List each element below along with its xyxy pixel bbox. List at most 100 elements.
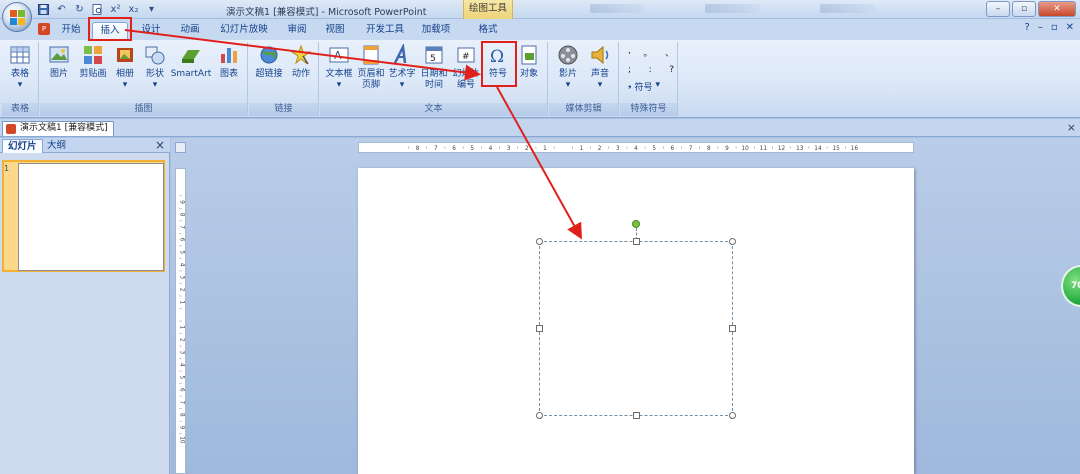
help-icon[interactable]: ?: [1025, 22, 1030, 33]
header-footer-button[interactable]: 页眉和 页脚: [356, 44, 386, 91]
resize-handle-n[interactable]: [633, 238, 640, 245]
ruler-tick-label: 5: [652, 146, 656, 152]
special-symbol-button[interactable]: ❟ 符号 ▾: [628, 80, 674, 93]
subscript-icon[interactable]: x₂: [126, 2, 141, 16]
sound-button[interactable]: 声音 ▾: [585, 44, 615, 91]
annotation-box-symbol-button: [481, 41, 517, 87]
symbol-grid: , 。 、 ; : ? ❟ 符号 ▾: [628, 46, 674, 93]
picture-button[interactable]: 图片: [44, 44, 74, 80]
tab-animation[interactable]: 动画: [177, 22, 203, 40]
ribbon-restore-icon[interactable]: ▫: [1051, 22, 1058, 33]
vertical-ruler[interactable]: 9 8 7 6 5 4 3 2 1 1 2 3 4 5 6 7 8 9 10: [175, 168, 186, 474]
ruler-tick-label: 4: [179, 363, 185, 367]
resize-handle-nw[interactable]: [536, 238, 543, 245]
album-button[interactable]: 相册 ▾: [110, 44, 140, 91]
ruler-tick-label: 2: [525, 146, 529, 152]
slide-number-button-label: 幻灯片: [452, 69, 480, 79]
clipart-icon: [84, 46, 102, 64]
ruler-tick-label: 8: [416, 146, 420, 152]
smartart-button[interactable]: SmartArt: [170, 44, 212, 80]
shapes-button[interactable]: 形状 ▾: [140, 44, 170, 91]
tab-home[interactable]: 开始: [56, 22, 86, 40]
tab-format[interactable]: 格式: [475, 22, 501, 40]
symbol-dun[interactable]: 、: [665, 46, 674, 59]
pane-close-icon[interactable]: ×: [155, 138, 165, 152]
close-button[interactable]: ✕: [1038, 1, 1076, 17]
ruler-corner[interactable]: [175, 142, 186, 153]
date-time-button-sub: 时间: [424, 80, 443, 90]
symbol-question[interactable]: ?: [669, 65, 674, 75]
movie-button-arrow: ▾: [565, 80, 571, 90]
office-button[interactable]: [2, 2, 32, 32]
redo-icon[interactable]: ↻: [72, 2, 87, 16]
object-icon: [521, 45, 537, 65]
office-logo-icon: [10, 10, 25, 25]
ribbon-close-icon[interactable]: ✕: [1066, 22, 1074, 33]
tab-slides[interactable]: 幻灯片: [2, 139, 43, 153]
tab-outline[interactable]: 大纲: [42, 139, 71, 153]
tab-developer[interactable]: 开发工具: [362, 22, 408, 40]
ruler-tick-label: 6: [179, 388, 185, 392]
clipart-button[interactable]: 剪贴画: [76, 44, 110, 80]
tab-design[interactable]: 设计: [138, 22, 164, 40]
slide-number-button[interactable]: # 幻灯片 编号: [450, 44, 482, 91]
wordart-icon: [393, 44, 407, 64]
textbox-button-label: 文本框: [325, 69, 353, 79]
resize-handle-ne[interactable]: [729, 238, 736, 245]
ruler-tick-label: 16: [851, 146, 859, 152]
resize-handle-e[interactable]: [729, 325, 736, 332]
superscript-icon[interactable]: x²: [108, 2, 123, 16]
symbol-semicolon[interactable]: ;: [628, 65, 631, 75]
resize-handle-se[interactable]: [729, 412, 736, 419]
date-time-button[interactable]: 5 日期和 时间: [419, 44, 449, 91]
ruler-tick-label: 5: [179, 376, 185, 380]
symbol-colon[interactable]: :: [649, 65, 652, 75]
selected-shape[interactable]: [539, 241, 733, 416]
ruler-tick-label: 8: [707, 146, 711, 152]
window-controls: – ▫ ✕: [986, 1, 1076, 17]
hyperlink-button[interactable]: 超链接: [252, 44, 286, 80]
ribbon-minimize-icon[interactable]: –: [1038, 22, 1043, 33]
undo-icon[interactable]: ↶: [54, 2, 69, 16]
resize-handle-w[interactable]: [536, 325, 543, 332]
sound-button-label: 声音: [590, 69, 609, 79]
tab-addins[interactable]: 加载项: [418, 22, 454, 40]
wordart-button[interactable]: 艺术字 ▾: [386, 44, 418, 91]
symbol-comma[interactable]: ,: [628, 46, 631, 59]
title-bar: ↶ ↻ x² x₂ ▾ 演示文稿1 [兼容模式] - Microsoft Pow…: [0, 0, 1080, 19]
resize-handle-sw[interactable]: [536, 412, 543, 419]
date-time-button-label: 日期和: [420, 69, 448, 79]
document-close-icon[interactable]: ×: [1067, 121, 1076, 134]
object-button[interactable]: 对象: [514, 44, 544, 80]
rotate-handle[interactable]: [632, 220, 640, 228]
movie-button[interactable]: 影片 ▾: [553, 44, 583, 91]
group-label-table: 表格: [2, 103, 38, 116]
ruler-tick-label: 14: [814, 146, 822, 152]
table-button[interactable]: 表格 ▾: [5, 44, 35, 91]
group-label-special-symbols: 特殊符号: [620, 103, 677, 116]
tab-review[interactable]: 审阅: [284, 22, 310, 40]
customize-icon[interactable]: ▾: [144, 2, 159, 16]
save-icon[interactable]: [36, 2, 51, 16]
minimize-button[interactable]: –: [986, 1, 1010, 17]
ruler-tick-label: 6: [452, 146, 456, 152]
preview-icon[interactable]: [90, 2, 105, 16]
tab-view[interactable]: 视图: [322, 22, 348, 40]
shapes-button-label: 形状: [145, 69, 164, 79]
header-footer-icon: [363, 45, 379, 65]
symbol-period[interactable]: 。: [643, 46, 652, 59]
horizontal-ruler[interactable]: 8 7 6 5 4 3 2 1 1 2 3 4 5 6 7 8 9 10 11 12 13 14 15 16: [358, 142, 914, 153]
svg-text:A: A: [334, 49, 342, 62]
document-tab[interactable]: 演示文稿1 [兼容模式]: [2, 121, 114, 136]
tab-slideshow[interactable]: 幻灯片放映: [216, 22, 272, 40]
chart-button[interactable]: 图表: [214, 44, 244, 80]
slide-thumbnail[interactable]: [18, 163, 164, 271]
resize-handle-s[interactable]: [633, 412, 640, 419]
calendar-icon: 5: [425, 46, 443, 64]
slide-thumbnail-selected[interactable]: [2, 160, 165, 272]
ruler-tick-label: 1: [179, 300, 185, 304]
textbox-button[interactable]: A 文本框 ▾: [324, 44, 354, 91]
ruler-tick-label: 5: [470, 146, 474, 152]
action-button[interactable]: 动作: [287, 44, 315, 80]
restore-button[interactable]: ▫: [1012, 1, 1036, 17]
